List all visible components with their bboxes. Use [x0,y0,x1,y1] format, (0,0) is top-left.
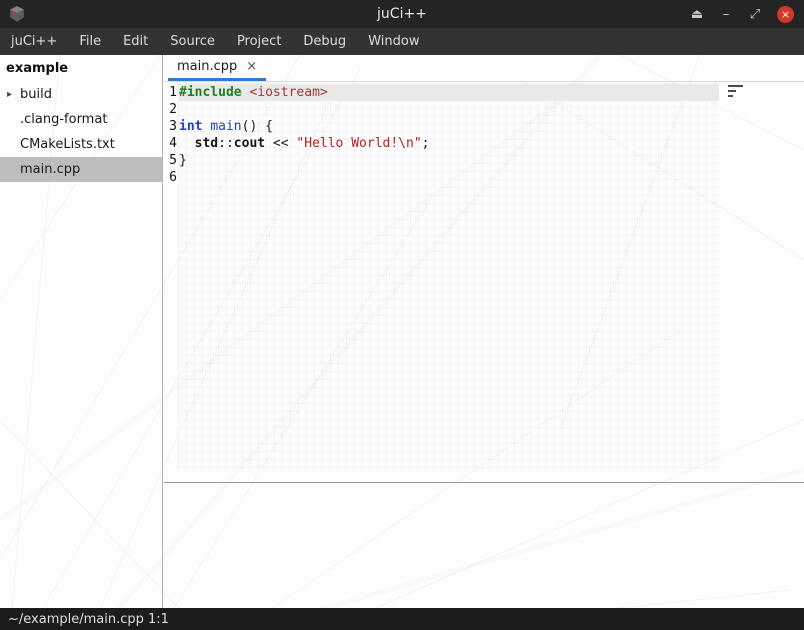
file-tree: ▸build .clang-format CMakeLists.txt main.cp… [0,82,162,182]
expander-icon[interactable]: ▸ [0,89,20,100]
window-title: juCi++ [0,0,804,28]
minimap-line [728,95,733,97]
code-token [179,136,195,151]
code-token: cout [234,136,265,151]
close-button[interactable]: × [777,6,794,23]
code-token: #include [179,85,242,100]
app-window: juCi++ ⏏ – ⤢ × juCi++FileEditSourceProje… [0,0,804,630]
statusbar-text: ~/example/main.cpp 1:1 [8,612,169,627]
code-line: std::cout << "Hello World!\n"; [179,135,719,152]
code-token: :: [218,136,234,151]
tree-item-label: CMakeLists.txt [20,137,115,152]
line-number: 2 [164,101,177,118]
tree-item-label: .clang-format [20,112,107,127]
gutter: 123456 [164,84,177,186]
window-controls: ⏏ – ⤢ × [690,0,794,28]
tree-item--clang-format[interactable]: .clang-format [0,107,162,132]
menu-item-source[interactable]: Source [159,28,226,55]
code-line: #include <iostream> [179,84,719,101]
menu-item-file[interactable]: File [68,28,112,55]
tree-item-main-cpp[interactable]: main.cpp [0,157,162,182]
menu-item-debug[interactable]: Debug [292,28,357,55]
tree-item-label: build [20,87,52,102]
tree-item-build[interactable]: ▸build [0,82,162,107]
code-token: <iostream> [249,85,327,100]
tab-close-icon[interactable]: × [246,60,257,73]
minimize-button[interactable]: – [719,7,733,22]
code-line: } [179,152,719,169]
code-token: } [179,153,187,168]
sidebar: example ▸build .clang-format CMakeLists.tx… [0,55,163,608]
menu-item-juci[interactable]: juCi++ [0,28,68,55]
code-line [179,101,719,118]
tree-item-label: main.cpp [20,162,80,177]
menubar: juCi++FileEditSourceProjectDebugWindow [0,28,804,55]
editor: 123456 #include <iostream>int main() { s… [164,82,804,483]
minimap-line [728,90,736,92]
titlebar: juCi++ ⏏ – ⤢ × [0,0,804,28]
code-token: int [179,119,202,134]
line-number: 5 [164,152,177,169]
restore-button[interactable]: ⤢ [748,7,762,22]
menu-item-edit[interactable]: Edit [112,28,159,55]
minimap[interactable] [728,85,746,100]
code-token: << [265,136,296,151]
code-token: main [210,119,241,134]
code-token: std [195,136,218,151]
code-token: "Hello World!\n" [296,136,421,151]
minimap-line [728,85,743,87]
code-lines[interactable]: #include <iostream>int main() { std::cou… [179,84,719,186]
tab-label: main.cpp [177,59,237,74]
code-line [179,169,719,186]
line-number: 1 [164,84,177,101]
tab-main-cpp[interactable]: main.cpp × [168,55,266,81]
statusbar: ~/example/main.cpp 1:1 [0,608,804,630]
eject-button[interactable]: ⏏ [690,7,704,22]
project-root-label[interactable]: example [0,55,162,82]
line-number: 3 [164,118,177,135]
code-token: () { [242,119,273,134]
tabbar: main.cpp × [164,55,804,82]
code-line: int main() { [179,118,719,135]
menu-item-project[interactable]: Project [226,28,292,55]
tree-item-cmakelists-txt[interactable]: CMakeLists.txt [0,132,162,157]
line-number: 6 [164,169,177,186]
bottom-panel [164,484,804,608]
line-number: 4 [164,135,177,152]
code-token: ; [422,136,430,151]
menu-item-window[interactable]: Window [357,28,430,55]
